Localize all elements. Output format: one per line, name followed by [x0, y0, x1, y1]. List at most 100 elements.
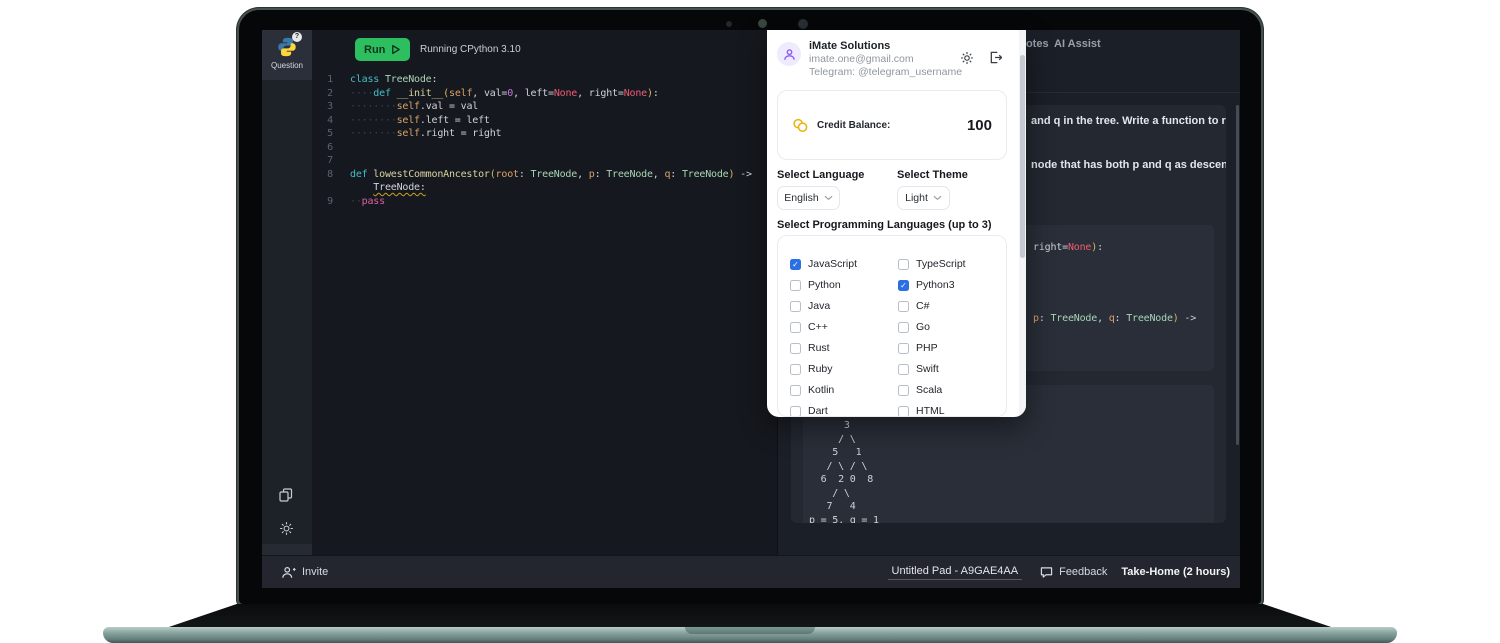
language-option-rust[interactable]: Rust: [790, 342, 898, 354]
language-option-label: TypeScript: [916, 258, 966, 270]
account-settings-popup: iMate Solutions imate.one@gmail.com Tele…: [767, 30, 1026, 417]
code-line[interactable]: 3········self.val = val: [312, 101, 777, 115]
line-number: 2: [312, 88, 350, 102]
language-option-typescript[interactable]: TypeScript: [898, 258, 1006, 270]
line-number: 6: [312, 142, 350, 156]
laptop-base: [103, 627, 1397, 643]
language-option-c[interactable]: C#: [898, 300, 1006, 312]
checkbox-icon[interactable]: [790, 322, 801, 333]
checkbox-icon[interactable]: [898, 301, 909, 312]
checkbox-icon[interactable]: [898, 343, 909, 354]
gear-icon: [960, 51, 974, 65]
language-option-dart[interactable]: Dart: [790, 405, 898, 417]
code-line[interactable]: 9··pass: [312, 196, 777, 210]
language-select[interactable]: English: [777, 186, 840, 210]
line-number: 9: [312, 196, 350, 210]
code-text: TreeNode:: [350, 182, 426, 196]
language-option-label: C#: [916, 300, 929, 312]
chat-bubble-icon: [1040, 566, 1053, 578]
language-option-python[interactable]: Python: [790, 279, 898, 291]
popup-scrollbar-track[interactable]: [1019, 30, 1026, 417]
line-number: 1: [312, 74, 350, 88]
code-text: ········self.right = right: [350, 128, 501, 142]
language-option-scala[interactable]: Scala: [898, 384, 1006, 396]
code-line[interactable]: 4········self.left = left: [312, 115, 777, 129]
run-button[interactable]: Run: [355, 38, 410, 61]
chevron-down-icon: [933, 195, 942, 201]
language-option-label: Dart: [808, 405, 828, 417]
line-number: 4: [312, 115, 350, 129]
checkbox-icon[interactable]: [790, 364, 801, 375]
sidebar-item-question[interactable]: ? Question: [262, 30, 312, 80]
sidebar-footer: [262, 544, 315, 555]
checkbox-icon[interactable]: [790, 280, 801, 291]
language-option-label: Java: [808, 300, 830, 312]
language-option-label: HTML: [916, 405, 945, 417]
logout-button[interactable]: [989, 51, 1002, 69]
code-line[interactable]: 6: [312, 142, 777, 156]
code-line[interactable]: 5········self.right = right: [312, 128, 777, 142]
coderpad-app: ? Question: [262, 30, 1240, 588]
checkbox-checked-icon[interactable]: ✓: [898, 280, 909, 291]
settings-button[interactable]: [279, 521, 294, 541]
checkbox-icon[interactable]: [898, 385, 909, 396]
language-option-c[interactable]: C++: [790, 321, 898, 333]
python-language-icon: ?: [276, 36, 298, 58]
language-option-python3[interactable]: ✓Python3: [898, 279, 1006, 291]
credit-balance-value: 100: [967, 117, 992, 134]
credit-balance-label: Credit Balance:: [817, 120, 890, 131]
checkbox-icon[interactable]: [898, 364, 909, 375]
gear-icon: [279, 521, 294, 536]
copy-button[interactable]: [279, 488, 293, 507]
laptop-base-notch: [685, 627, 815, 634]
theme-select[interactable]: Light: [897, 186, 950, 210]
line-number: 7: [312, 155, 350, 169]
code-text: ········self.val = val: [350, 101, 478, 115]
code-text: ··pass: [350, 196, 385, 210]
language-option-html[interactable]: HTML: [898, 405, 1006, 417]
play-icon: [390, 44, 401, 55]
language-option-php[interactable]: PHP: [898, 342, 1006, 354]
checkbox-icon[interactable]: [898, 406, 909, 417]
code-line[interactable]: TreeNode:: [312, 182, 777, 196]
code-text: def lowestCommonAncestor(root: TreeNode,…: [350, 169, 752, 183]
language-option-label: Go: [916, 321, 930, 333]
popup-settings-button[interactable]: [960, 51, 974, 70]
language-option-swift[interactable]: Swift: [898, 363, 1006, 375]
code-line[interactable]: 1class TreeNode:: [312, 74, 777, 88]
language-option-java[interactable]: Java: [790, 300, 898, 312]
panel-scrollbar[interactable]: [1236, 105, 1239, 445]
pad-title-field[interactable]: Untitled Pad - A9GAE4AA: [888, 565, 1023, 580]
language-option-label: PHP: [916, 342, 938, 354]
language-option-kotlin[interactable]: Kotlin: [790, 384, 898, 396]
language-option-ruby[interactable]: Ruby: [790, 363, 898, 375]
checkbox-icon[interactable]: [790, 301, 801, 312]
code-line[interactable]: 8def lowestCommonAncestor(root: TreeNode…: [312, 169, 777, 183]
line-number: 8: [312, 169, 350, 183]
invite-button[interactable]: Invite: [282, 566, 328, 579]
language-option-label: Rust: [808, 342, 830, 354]
feedback-button[interactable]: Feedback: [1040, 566, 1107, 578]
question-text-line2: node that has both p and q as descendant…: [1031, 159, 1226, 171]
code-editor-pane[interactable]: Run Running CPython 3.10 1class TreeNode…: [312, 30, 777, 555]
code-line[interactable]: 2····def __init__(self, val=0, left=None…: [312, 88, 777, 102]
line-number: [312, 182, 350, 196]
coins-icon: [792, 118, 809, 133]
tab-ai-assist[interactable]: AI Assist: [1054, 38, 1101, 50]
checkbox-icon[interactable]: [790, 343, 801, 354]
code-lines[interactable]: 1class TreeNode:2····def __init__(self, …: [312, 74, 777, 209]
language-option-javascript[interactable]: ✓JavaScript: [790, 258, 898, 270]
code-text: ····def __init__(self, val=0, left=None,…: [350, 88, 659, 102]
checkbox-icon[interactable]: [898, 259, 909, 270]
code-line[interactable]: 7: [312, 155, 777, 169]
checkbox-icon[interactable]: [790, 385, 801, 396]
language-option-go[interactable]: Go: [898, 321, 1006, 333]
popup-scrollbar-thumb[interactable]: [1020, 55, 1025, 258]
checkbox-checked-icon[interactable]: ✓: [790, 259, 801, 270]
account-email: imate.one@gmail.com: [809, 53, 914, 65]
checkbox-icon[interactable]: [898, 322, 909, 333]
checkbox-icon[interactable]: [790, 406, 801, 417]
laptop-mockup: ? Question: [0, 0, 1500, 643]
sensor-icon: [798, 19, 808, 29]
example-tree: 3 / \ 5 1 / \ / \ 6 2 0 8 / \ 7 4 p = 5,…: [809, 419, 879, 523]
